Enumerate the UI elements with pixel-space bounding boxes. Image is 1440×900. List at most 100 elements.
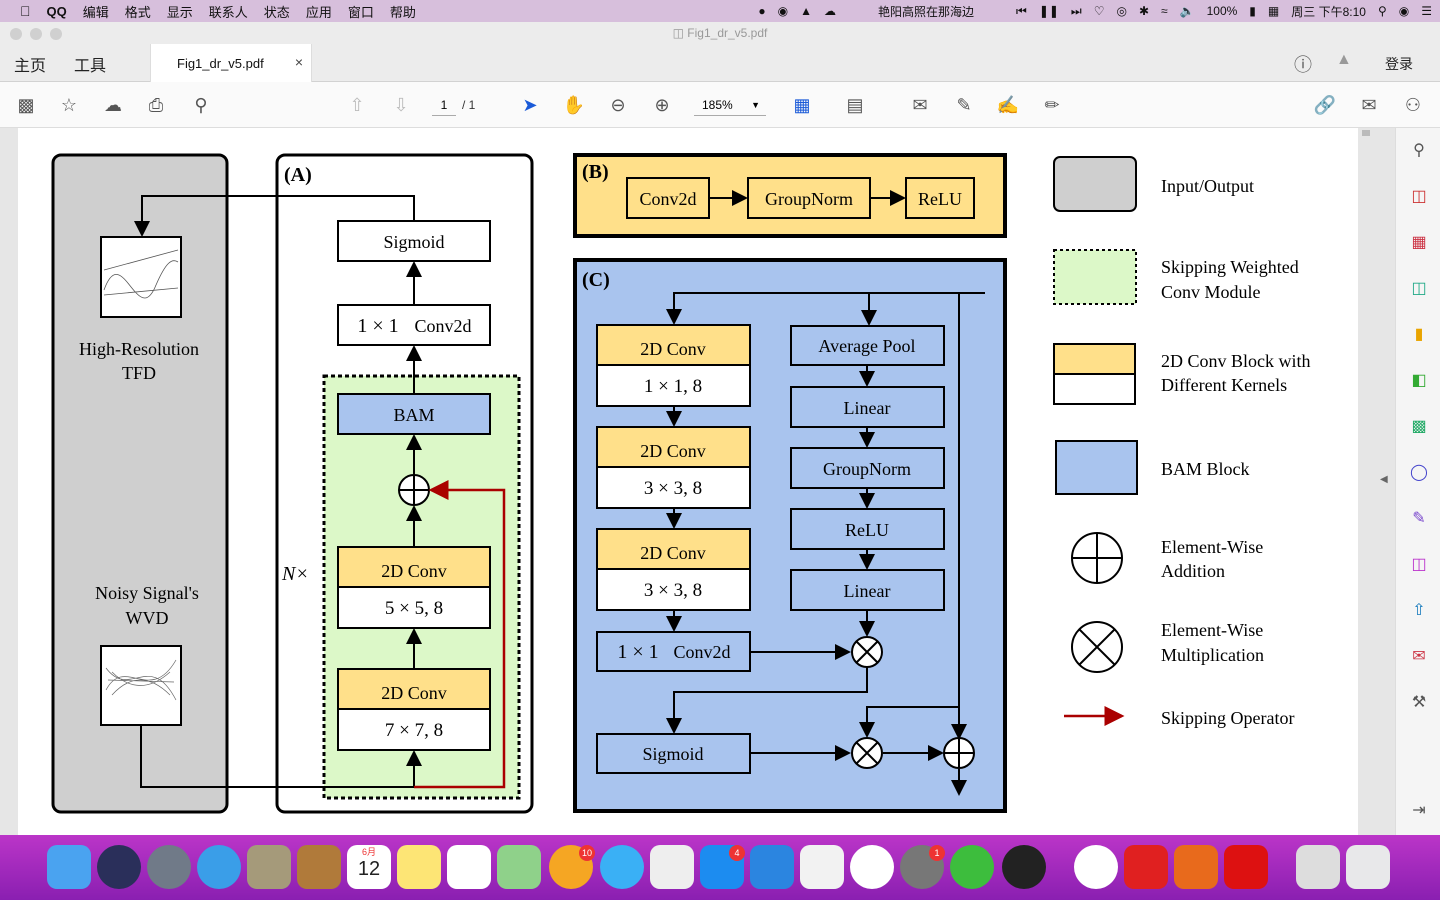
keynote-icon[interactable] bbox=[750, 845, 794, 889]
input-method-icon[interactable]: ▦ bbox=[1268, 4, 1279, 18]
documents-stack-icon[interactable] bbox=[1296, 845, 1340, 889]
scroll-mode-icon[interactable]: ▤ bbox=[843, 93, 867, 117]
netease-icon[interactable]: ◎ bbox=[1117, 4, 1127, 18]
save-icon[interactable]: ▩ bbox=[14, 93, 38, 117]
browser-icon[interactable]: ◉ bbox=[778, 4, 788, 18]
comment-tool-icon[interactable]: ▮ bbox=[1408, 324, 1430, 346]
bell-icon[interactable]: ● bbox=[758, 4, 765, 18]
comment-icon[interactable]: ✉ bbox=[908, 93, 932, 117]
spotlight-icon[interactable]: ⚲ bbox=[1378, 4, 1387, 18]
preview-icon[interactable] bbox=[650, 845, 694, 889]
cloud-icon[interactable]: ☁ bbox=[824, 4, 836, 18]
print-icon[interactable]: ⎙ bbox=[144, 93, 168, 117]
vertical-scrollbar[interactable] bbox=[1360, 128, 1372, 835]
menu-status[interactable]: 状态 bbox=[264, 2, 290, 21]
next-track-icon[interactable]: ⏭ bbox=[1071, 4, 1082, 19]
zoom-out-icon[interactable]: ⊖ bbox=[606, 93, 630, 117]
zoom-select[interactable]: 185% ▼ bbox=[694, 94, 766, 116]
page-fit-icon[interactable]: ▦ bbox=[790, 93, 814, 117]
link-icon[interactable]: 🔗 bbox=[1313, 93, 1337, 117]
calendar-icon[interactable]: 6月 12 bbox=[347, 845, 391, 889]
safari-icon[interactable] bbox=[197, 845, 241, 889]
pause-icon[interactable]: ❚❚ bbox=[1039, 4, 1059, 18]
create-pdf-icon[interactable]: ◫ bbox=[1408, 186, 1430, 208]
menu-edit[interactable]: 编辑 bbox=[83, 2, 109, 21]
close-tab-button[interactable]: × bbox=[295, 54, 303, 70]
fill-sign-tool-icon[interactable]: ✎ bbox=[1408, 508, 1430, 530]
heart-icon[interactable]: ♡ bbox=[1094, 4, 1105, 18]
wifi-icon[interactable]: ≈ bbox=[1161, 4, 1168, 18]
previous-track-icon[interactable]: ⏮ bbox=[1016, 4, 1027, 19]
highlight-pen-icon[interactable]: ✎ bbox=[952, 93, 976, 117]
menu-app-name[interactable]: QQ bbox=[47, 4, 67, 19]
clock[interactable]: 周三 下午8:10 bbox=[1291, 3, 1366, 20]
compare-icon[interactable]: ◧ bbox=[1408, 370, 1430, 392]
mail-eagle-icon[interactable] bbox=[247, 845, 291, 889]
notes-icon[interactable] bbox=[397, 845, 441, 889]
trash-icon[interactable] bbox=[1346, 845, 1390, 889]
volume-icon[interactable]: 🔈 bbox=[1180, 4, 1195, 18]
next-page-icon[interactable]: ⇩ bbox=[389, 93, 413, 117]
finder-icon[interactable] bbox=[47, 845, 91, 889]
matlab-icon[interactable] bbox=[1174, 845, 1218, 889]
apple-menu-icon[interactable]:  bbox=[20, 3, 31, 19]
siri-icon[interactable]: ◉ bbox=[1399, 4, 1409, 18]
contacts-icon[interactable] bbox=[297, 845, 341, 889]
hand-tool-icon[interactable]: ✋ bbox=[562, 93, 586, 117]
menu-apps[interactable]: 应用 bbox=[306, 2, 332, 21]
music-icon[interactable] bbox=[850, 845, 894, 889]
shield-status-icon[interactable]: ▲ bbox=[800, 4, 812, 18]
launchpad-icon[interactable] bbox=[147, 845, 191, 889]
close-window-button[interactable] bbox=[10, 28, 22, 40]
numbers-icon[interactable] bbox=[800, 845, 844, 889]
wechat-icon[interactable] bbox=[950, 845, 994, 889]
battery-icon[interactable]: ▮ bbox=[1249, 4, 1256, 18]
tab-tools[interactable]: 工具 bbox=[74, 52, 106, 76]
login-button[interactable]: 登录 bbox=[1385, 54, 1413, 74]
zoom-window-button[interactable] bbox=[50, 28, 62, 40]
document-viewport[interactable]: High-Resolution TFD Noisy Signal's WVD (… bbox=[0, 128, 1395, 835]
expand-panel-icon[interactable]: ⇥ bbox=[1408, 800, 1430, 822]
edit-pdf-icon[interactable]: ◫ bbox=[1408, 554, 1430, 576]
more-tools-icon[interactable]: ⚒ bbox=[1408, 692, 1430, 714]
qq-icon[interactable] bbox=[1002, 845, 1046, 889]
menu-format[interactable]: 格式 bbox=[125, 2, 151, 21]
upload-cloud-icon[interactable]: ☁ bbox=[101, 93, 125, 117]
bluetooth-icon[interactable]: ✱ bbox=[1139, 4, 1149, 18]
scrollbar-thumb[interactable] bbox=[1362, 130, 1370, 136]
page-number-input[interactable]: 1 bbox=[432, 94, 456, 116]
siri-icon[interactable] bbox=[97, 845, 141, 889]
add-user-icon[interactable]: ⚇ bbox=[1401, 93, 1425, 117]
menu-view[interactable]: 显示 bbox=[167, 2, 193, 21]
share-icon[interactable]: ⇧ bbox=[1408, 600, 1430, 622]
collapse-right-icon[interactable]: ◀ bbox=[1380, 474, 1388, 485]
zoom-in-icon[interactable]: ⊕ bbox=[650, 93, 674, 117]
notification-center-icon[interactable]: ☰ bbox=[1421, 4, 1432, 18]
now-playing-title[interactable]: 艳阳高照在那海边 bbox=[878, 3, 974, 20]
notification-bell-icon[interactable]: ▲ bbox=[1336, 51, 1352, 69]
menu-help[interactable]: 帮助 bbox=[390, 2, 416, 21]
battery-percent[interactable]: 100% bbox=[1207, 4, 1238, 18]
previous-page-icon[interactable]: ⇧ bbox=[345, 93, 369, 117]
scan-icon[interactable]: ▩ bbox=[1408, 416, 1430, 438]
help-icon[interactable]: ⓘ bbox=[1294, 51, 1312, 77]
organize-pages-icon[interactable]: ▦ bbox=[1408, 232, 1430, 254]
messages-icon[interactable] bbox=[600, 845, 644, 889]
export-pdf-icon[interactable]: ◫ bbox=[1408, 278, 1430, 300]
protect-icon[interactable]: ◯ bbox=[1408, 462, 1430, 484]
fill-sign-icon[interactable]: ✏ bbox=[1040, 93, 1064, 117]
maps-icon[interactable] bbox=[497, 845, 541, 889]
search-zoom-icon[interactable]: ⚲ bbox=[189, 93, 213, 117]
chrome-icon[interactable] bbox=[1074, 845, 1118, 889]
draw-icon[interactable]: ✍ bbox=[996, 93, 1020, 117]
netease-music-icon[interactable] bbox=[1124, 845, 1168, 889]
acrobat-icon[interactable] bbox=[1224, 845, 1268, 889]
menu-contacts[interactable]: 联系人 bbox=[209, 2, 248, 21]
select-cursor-icon[interactable]: ➤ bbox=[518, 93, 542, 117]
zoom-tool-icon[interactable]: ⚲ bbox=[1408, 140, 1430, 162]
tab-home[interactable]: 主页 bbox=[14, 52, 46, 76]
minimize-window-button[interactable] bbox=[30, 28, 42, 40]
star-icon[interactable]: ☆ bbox=[57, 93, 81, 117]
email-icon[interactable]: ✉ bbox=[1357, 93, 1381, 117]
reminders-icon[interactable] bbox=[447, 845, 491, 889]
